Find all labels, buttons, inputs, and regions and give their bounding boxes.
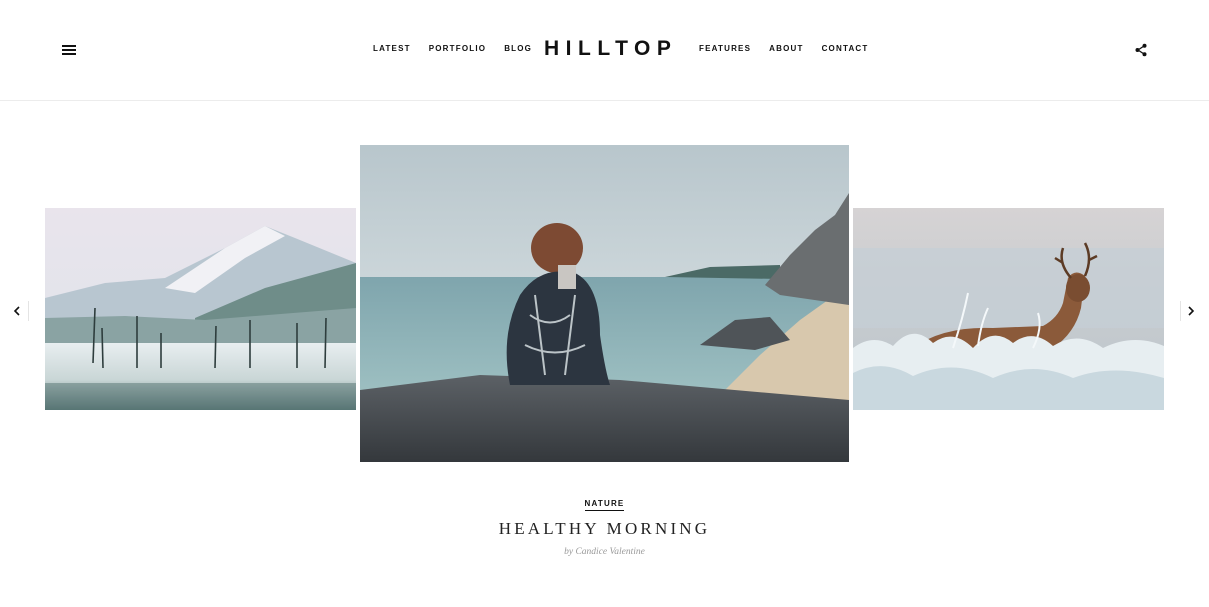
site-logo[interactable]: HILLTOP (544, 34, 671, 64)
hamburger-menu-icon[interactable] (62, 43, 77, 56)
page: LATEST PORTFOLIO BLOG HILLTOP FEATURES A… (0, 0, 1209, 607)
nav-link-latest[interactable]: LATEST (373, 44, 411, 54)
primary-nav-right: FEATURES ABOUT CONTACT (699, 44, 869, 54)
post-title[interactable]: HEALTHY MORNING (0, 517, 1209, 541)
post-byline: by Candice Valentine (564, 547, 645, 557)
woman-beach-image (360, 145, 849, 462)
primary-nav-left: LATEST PORTFOLIO BLOG (373, 44, 532, 54)
nav-link-contact[interactable]: CONTACT (822, 44, 869, 54)
chevron-right-icon (1188, 306, 1195, 316)
nav-link-features[interactable]: FEATURES (699, 44, 751, 54)
nav-link-about[interactable]: ABOUT (769, 44, 803, 54)
slider-next-button[interactable] (1180, 300, 1202, 322)
slide-deer-frost[interactable] (853, 208, 1164, 410)
slide-woman-beach[interactable] (360, 145, 849, 462)
share-icon[interactable] (1134, 43, 1148, 57)
post-category: NATURE (0, 499, 1209, 511)
deer-frost-image (853, 208, 1164, 410)
slider-prev-button[interactable] (6, 300, 29, 322)
nav-link-blog[interactable]: BLOG (504, 44, 532, 54)
nav-link-portfolio[interactable]: PORTFOLIO (429, 44, 486, 54)
chevron-left-icon (13, 306, 20, 316)
slide-mountain-forest[interactable] (45, 208, 356, 410)
site-header: LATEST PORTFOLIO BLOG HILLTOP FEATURES A… (0, 0, 1209, 101)
mountain-forest-image (45, 208, 356, 410)
category-link[interactable]: NATURE (584, 499, 625, 511)
